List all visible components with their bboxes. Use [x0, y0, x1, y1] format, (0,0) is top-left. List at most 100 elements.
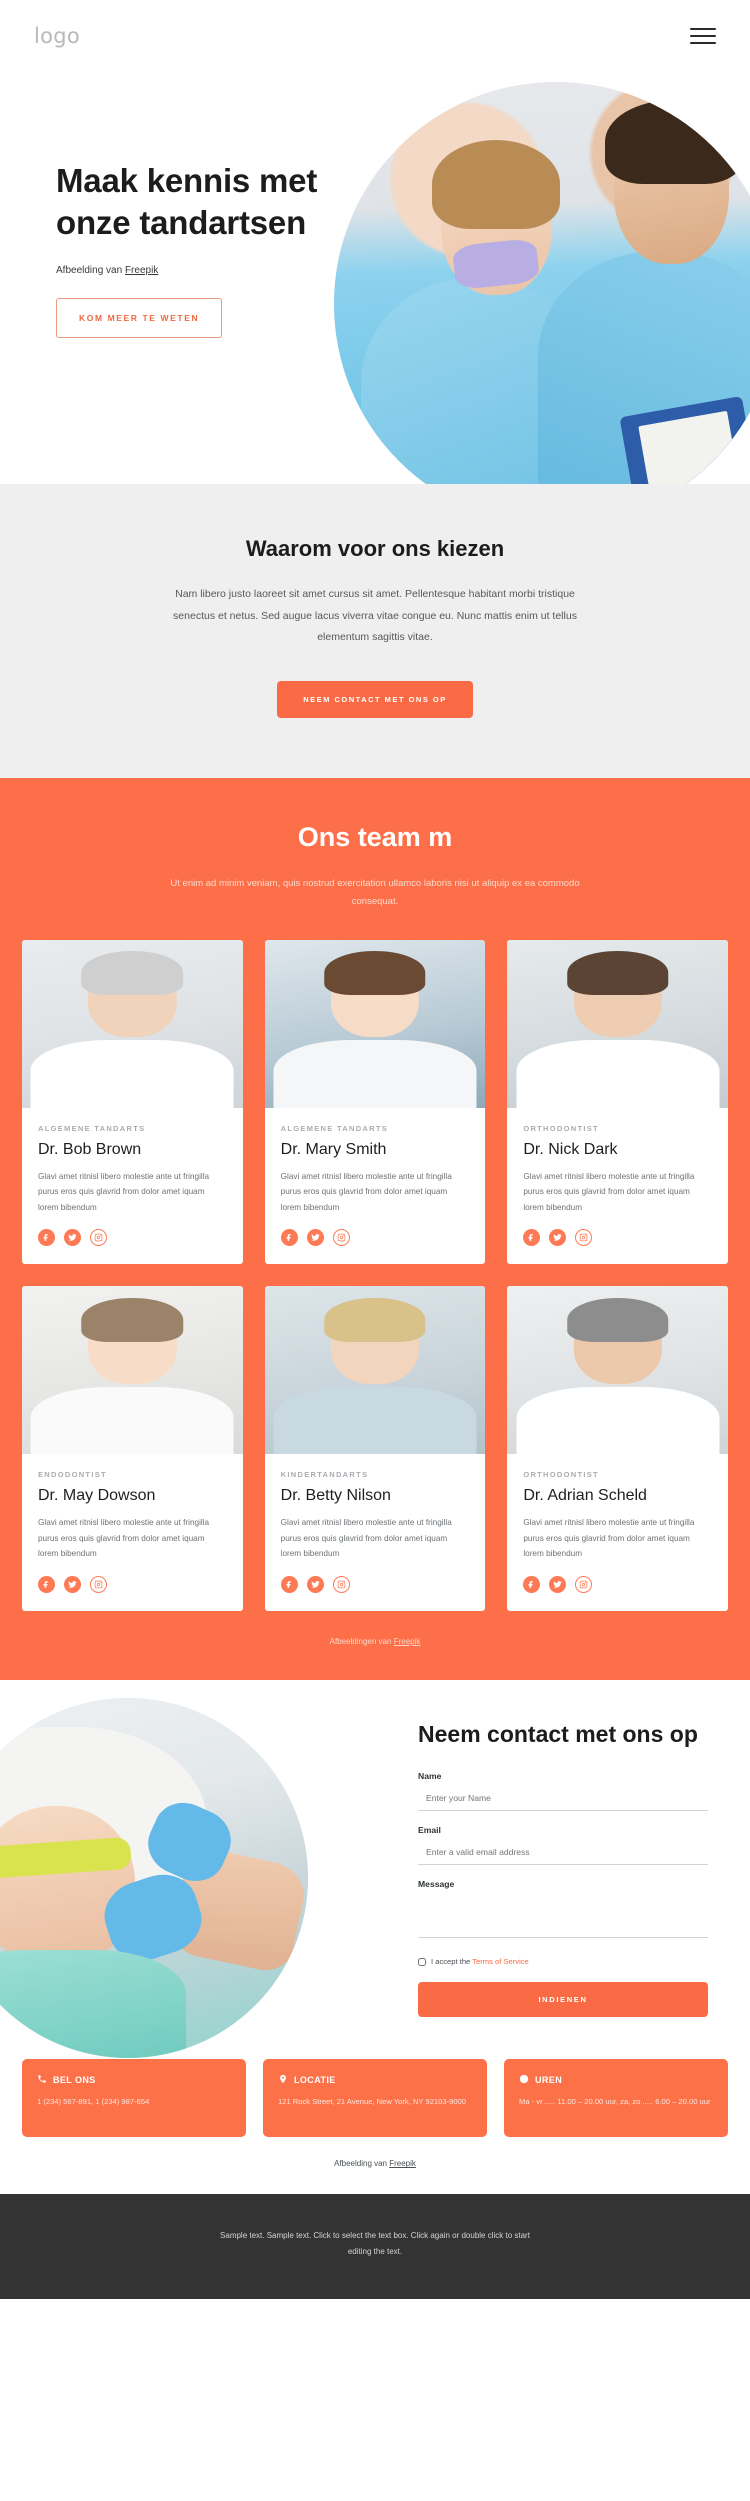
member-coat: [516, 1040, 720, 1108]
hero-image-credit: Afbeelding van Freepik: [56, 265, 356, 276]
team-member-body: ORTHODONTIST Dr. Nick Dark Glavi amet ritn…: [507, 1124, 728, 1247]
phone-icon: [37, 2074, 47, 2086]
instagram-icon[interactable]: [332, 1229, 350, 1247]
contact-patient-gown: [0, 1950, 186, 2059]
team-member-body: ORTHODONTIST Dr. Adrian Scheld Glavi amet …: [507, 1470, 728, 1594]
team-member-role: ORTHODONTIST: [523, 1123, 599, 1133]
facebook-icon[interactable]: [523, 1576, 541, 1594]
team-member-photo: [264, 1286, 486, 1455]
contact-image: [0, 1698, 308, 2059]
hero-cta-button[interactable]: KOM MEER TE WETEN: [56, 298, 223, 339]
team-member-card[interactable]: KINDERTANDARTS Dr. Betty Nilson Glavi amet…: [264, 1286, 486, 1612]
team-member-card[interactable]: ALGEMENE TANDARTS Dr. Mary Smith Glavi ame…: [264, 939, 486, 1265]
team-subtitle: Ut enim ad minim veniam, quis nostrud ex…: [170, 877, 580, 908]
why-section: Waarom voor ons kiezen Nam libero justo …: [0, 484, 750, 778]
member-hair: [566, 1298, 669, 1342]
team-credit-link[interactable]: Freepik: [394, 1637, 421, 1646]
team-member-bio: Glavi amet ritnisl libero molestie ante …: [523, 1518, 695, 1559]
hero-dentist-left-hair: [431, 139, 561, 229]
team-member-socials: [523, 1576, 712, 1594]
member-hair: [566, 951, 669, 995]
member-hair: [81, 951, 184, 995]
info-card-title: UREN: [535, 2075, 563, 2086]
hero-credit-prefix: Afbeelding van: [56, 265, 125, 277]
site-footer: Sample text. Sample text. Click to selec…: [0, 2194, 750, 2299]
form-field: Message: [418, 1879, 708, 1943]
hamburger-menu-icon[interactable]: [690, 23, 716, 49]
terms-text: I accept the Terms of Service: [431, 1957, 529, 1966]
twitter-icon[interactable]: [549, 1576, 567, 1594]
team-member-bio: Glavi amet ritnisl libero molestie ante …: [38, 1518, 210, 1559]
member-hair: [324, 951, 426, 995]
member-coat: [273, 1040, 477, 1108]
team-member-role: ALGEMENE TANDARTS: [38, 1123, 146, 1133]
terms-checkbox[interactable]: [418, 1957, 426, 1966]
bottom-credit-link[interactable]: Freepik: [389, 2159, 416, 2168]
contact-title: Neem contact met ons op: [418, 1721, 698, 1748]
member-coat: [273, 1387, 477, 1455]
info-card[interactable]: BEL ONS 1 (234) 567-891, 1 (234) 987-654: [22, 2059, 246, 2138]
team-member-socials: [280, 1229, 470, 1247]
location-pin-icon: [278, 2074, 288, 2086]
instagram-icon[interactable]: [575, 1229, 593, 1247]
team-member-role: ORTHODONTIST: [523, 1470, 599, 1480]
facebook-icon[interactable]: [280, 1576, 298, 1594]
field-label: Message: [418, 1879, 455, 1890]
info-card-head: LOCATIE: [278, 2074, 472, 2086]
member-coat: [30, 1040, 234, 1108]
team-member-card[interactable]: ORTHODONTIST Dr. Nick Dark Glavi amet ritn…: [507, 939, 728, 1265]
team-credit-prefix: Afbeeldingen van: [329, 1637, 394, 1647]
team-member-card[interactable]: ALGEMENE TANDARTS Dr. Bob Brown Glavi amet…: [22, 939, 243, 1265]
hero-credit-link[interactable]: Freepik: [125, 265, 158, 276]
facebook-icon[interactable]: [280, 1229, 298, 1247]
contact-form: Neem contact met ons op Name Email Message…: [418, 1720, 708, 2018]
team-member-photo: [507, 939, 728, 1108]
hero-title: Maak kennis met onze tandartsen: [56, 162, 318, 241]
info-card-head: BEL ONS: [37, 2074, 231, 2086]
team-member-bio: Glavi amet ritnisl libero molestie ante …: [280, 1518, 452, 1559]
twitter-icon[interactable]: [306, 1576, 324, 1594]
team-member-role: ENDODONTIST: [38, 1470, 107, 1480]
email-input[interactable]: [418, 1844, 708, 1866]
facebook-icon[interactable]: [38, 1576, 55, 1594]
message-textarea[interactable]: [418, 1896, 708, 1939]
info-card-head: UREN: [519, 2074, 713, 2086]
team-member-body: ALGEMENE TANDARTS Dr. Mary Smith Glavi ame…: [265, 1124, 486, 1247]
instagram-icon[interactable]: [90, 1576, 107, 1594]
submit-button[interactable]: INDIENEN: [418, 1982, 708, 2018]
instagram-icon[interactable]: [575, 1576, 593, 1594]
twitter-icon[interactable]: [64, 1576, 81, 1594]
team-member-photo: [264, 939, 486, 1108]
team-member-card[interactable]: ORTHODONTIST Dr. Adrian Scheld Glavi amet …: [507, 1286, 728, 1612]
team-title: Ons team m: [297, 821, 453, 852]
team-section: Ons team m Ut enim ad minim veniam, quis…: [0, 777, 750, 1681]
team-member-name: Dr. Adrian Scheld: [523, 1487, 647, 1505]
team-grid: ALGEMENE TANDARTS Dr. Bob Brown Glavi amet…: [0, 939, 750, 1612]
why-cta-button[interactable]: NEEM CONTACT MET ONS OP: [277, 680, 473, 718]
logo[interactable]: logo: [34, 24, 80, 48]
contact-fields: Name Email Message: [418, 1771, 708, 1943]
team-member-socials: [280, 1576, 470, 1594]
info-card[interactable]: LOCATIE 121 Rock Street, 21 Avenue, New Y…: [263, 2059, 487, 2138]
team-member-card[interactable]: ENDODONTIST Dr. May Dowson Glavi amet ritn…: [22, 1286, 243, 1612]
info-card-title: LOCATIE: [294, 2075, 336, 2086]
form-field: Name: [418, 1771, 708, 1812]
team-member-body: ALGEMENE TANDARTS Dr. Bob Brown Glavi amet…: [22, 1124, 243, 1247]
member-coat: [516, 1387, 720, 1455]
member-hair: [324, 1298, 426, 1342]
twitter-icon[interactable]: [549, 1229, 567, 1247]
team-member-name: Dr. Nick Dark: [523, 1140, 618, 1158]
facebook-icon[interactable]: [38, 1229, 55, 1247]
terms-accept-row[interactable]: I accept the Terms of Service: [418, 1957, 708, 1966]
info-card[interactable]: UREN Ma - vr ..... 11.00 – 20.00 uur, za,…: [504, 2059, 728, 2138]
team-member-photo: [507, 1286, 728, 1455]
team-member-photo: [22, 1286, 243, 1455]
instagram-icon[interactable]: [332, 1576, 350, 1594]
name-input[interactable]: [418, 1790, 708, 1812]
instagram-icon[interactable]: [90, 1229, 107, 1247]
twitter-icon[interactable]: [306, 1229, 324, 1247]
terms-link[interactable]: Terms of Service: [472, 1957, 529, 1966]
facebook-icon[interactable]: [523, 1229, 541, 1247]
twitter-icon[interactable]: [64, 1229, 81, 1247]
team-member-role: KINDERTANDARTS: [280, 1470, 369, 1480]
